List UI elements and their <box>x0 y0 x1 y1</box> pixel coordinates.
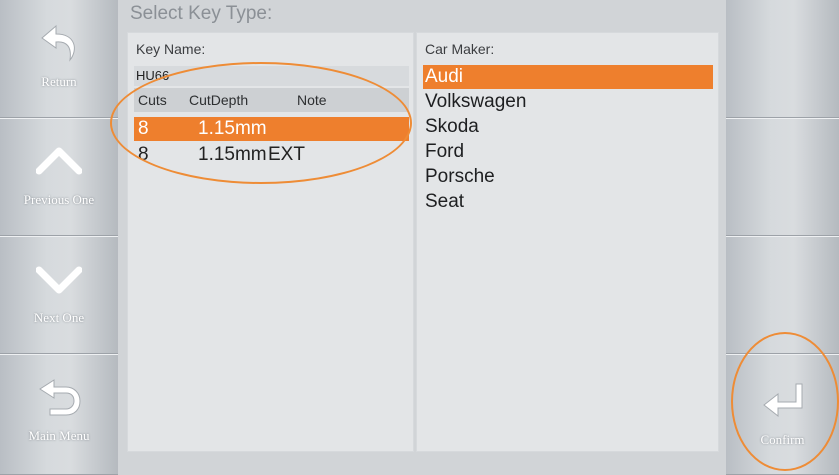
enter-return-icon <box>762 383 802 418</box>
column-header-cutdepth: CutDepth <box>189 92 249 108</box>
maker-item-audi[interactable]: Audi <box>423 65 713 89</box>
column-header-cuts: Cuts <box>138 92 167 108</box>
cuts-cell: 8 <box>138 118 149 139</box>
maker-item-seat[interactable]: Seat <box>423 190 713 214</box>
left-button-column: Return Previous One Next One Main Menu <box>0 0 118 475</box>
right-blank-button-2 <box>726 118 839 237</box>
chevron-up-icon <box>36 147 82 175</box>
key-row-selected[interactable]: 8 1.15mm <box>134 117 409 141</box>
main-menu-button[interactable]: Main Menu <box>0 354 118 475</box>
key-panel: Key Name: HU66 Cuts CutDepth Note 8 1.15… <box>127 32 414 452</box>
right-blank-button-1 <box>726 0 839 119</box>
key-row[interactable]: 8 1.15mm EXT <box>134 143 409 167</box>
cuts-cell: 8 <box>138 144 149 165</box>
maker-item-porsche[interactable]: Porsche <box>423 165 713 189</box>
car-maker-label: Car Maker: <box>425 41 495 57</box>
car-maker-panel: Car Maker: Audi Volkswagen Skoda Ford Po… <box>416 32 719 452</box>
depth-cell: 1.15mm <box>198 144 267 165</box>
return-label: Return <box>41 74 77 89</box>
right-blank-button-3 <box>726 236 839 355</box>
u-turn-back-icon <box>39 379 81 416</box>
chevron-down-icon <box>36 266 82 294</box>
next-one-label: Next One <box>33 310 85 325</box>
curved-arrow-back-icon <box>41 24 75 62</box>
key-table-header: Cuts CutDepth Note <box>134 88 409 112</box>
maker-item-skoda[interactable]: Skoda <box>423 115 713 139</box>
column-header-note: Note <box>297 92 327 108</box>
confirm-label: Confirm <box>760 432 805 447</box>
maker-item-volkswagen[interactable]: Volkswagen <box>423 90 713 114</box>
note-cell: EXT <box>268 144 305 165</box>
depth-cell: 1.15mm <box>198 118 267 139</box>
key-name-label: Key Name: <box>136 41 206 57</box>
confirm-button[interactable]: Confirm <box>726 354 839 475</box>
previous-one-button[interactable]: Previous One <box>0 118 118 237</box>
right-button-column: Confirm <box>726 0 839 475</box>
key-name-field[interactable]: HU66 <box>134 66 409 86</box>
return-button[interactable]: Return <box>0 0 118 119</box>
maker-item-ford[interactable]: Ford <box>423 140 713 164</box>
main-content: Select Key Type: Key Name: HU66 Cuts Cut… <box>118 0 726 475</box>
previous-one-label: Previous One <box>23 192 95 207</box>
next-one-button[interactable]: Next One <box>0 236 118 355</box>
page-title: Select Key Type: <box>130 3 273 24</box>
main-menu-label: Main Menu <box>28 428 90 443</box>
